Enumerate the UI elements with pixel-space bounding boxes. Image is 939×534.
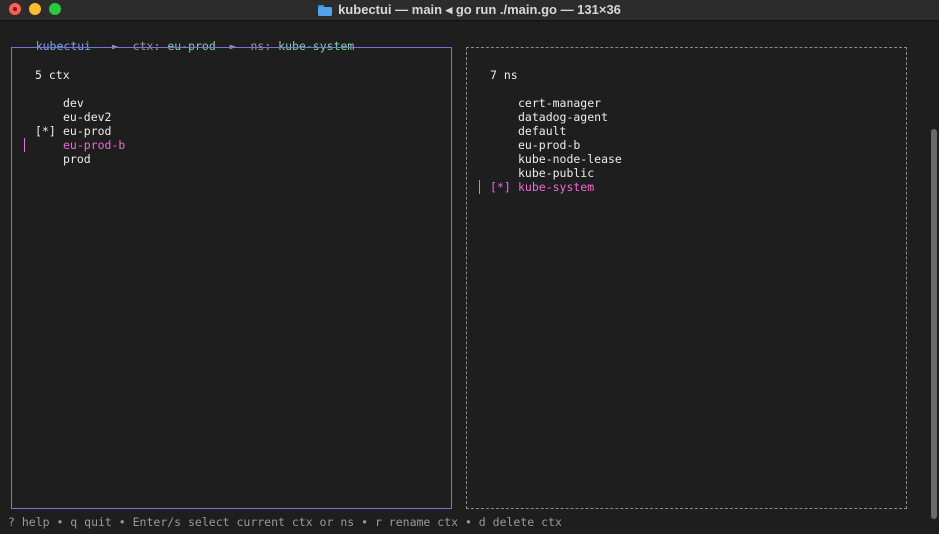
context-item-active[interactable]: eu-prod: [63, 124, 111, 138]
keybinding-help: ? help • q quit • Enter/s select current…: [8, 515, 562, 529]
window-title: kubectui — main ◂ go run ./main.go — 131…: [338, 2, 621, 17]
namespace-item[interactable]: kube-node-lease: [518, 152, 622, 166]
folder-icon: [318, 4, 333, 16]
title-bar: kubectui — main ◂ go run ./main.go — 131…: [0, 0, 939, 21]
namespace-item[interactable]: kube-public: [518, 166, 594, 180]
contexts-pane[interactable]: 5 ctx dev eu-dev2 [*] eu-prod eu-prod-b …: [11, 47, 452, 509]
selection-cursor: [24, 138, 25, 152]
context-item[interactable]: eu-dev2: [63, 110, 111, 124]
active-marker: [*]: [490, 180, 511, 194]
namespace-item[interactable]: eu-prod-b: [518, 138, 580, 152]
terminal-area: kubectui ► ctx: eu-prod ► ns: kube-syste…: [0, 21, 939, 534]
selection-cursor: [479, 180, 480, 194]
namespaces-header: 7 ns: [490, 68, 518, 82]
contexts-header: 5 ctx: [35, 68, 70, 82]
namespaces-pane[interactable]: 7 ns cert-manager datadog-agent default …: [466, 47, 907, 509]
terminal-scrollbar[interactable]: [931, 129, 937, 519]
context-item[interactable]: prod: [63, 152, 91, 166]
namespace-item[interactable]: default: [518, 124, 566, 138]
window-title-wrap: kubectui — main ◂ go run ./main.go — 131…: [0, 0, 939, 20]
namespace-item-active-selected[interactable]: kube-system: [518, 180, 594, 194]
namespace-item[interactable]: datadog-agent: [518, 110, 608, 124]
active-marker: [*]: [35, 124, 56, 138]
context-item-selected[interactable]: eu-prod-b: [63, 138, 125, 152]
context-item[interactable]: dev: [63, 96, 84, 110]
namespace-item[interactable]: cert-manager: [518, 96, 601, 110]
